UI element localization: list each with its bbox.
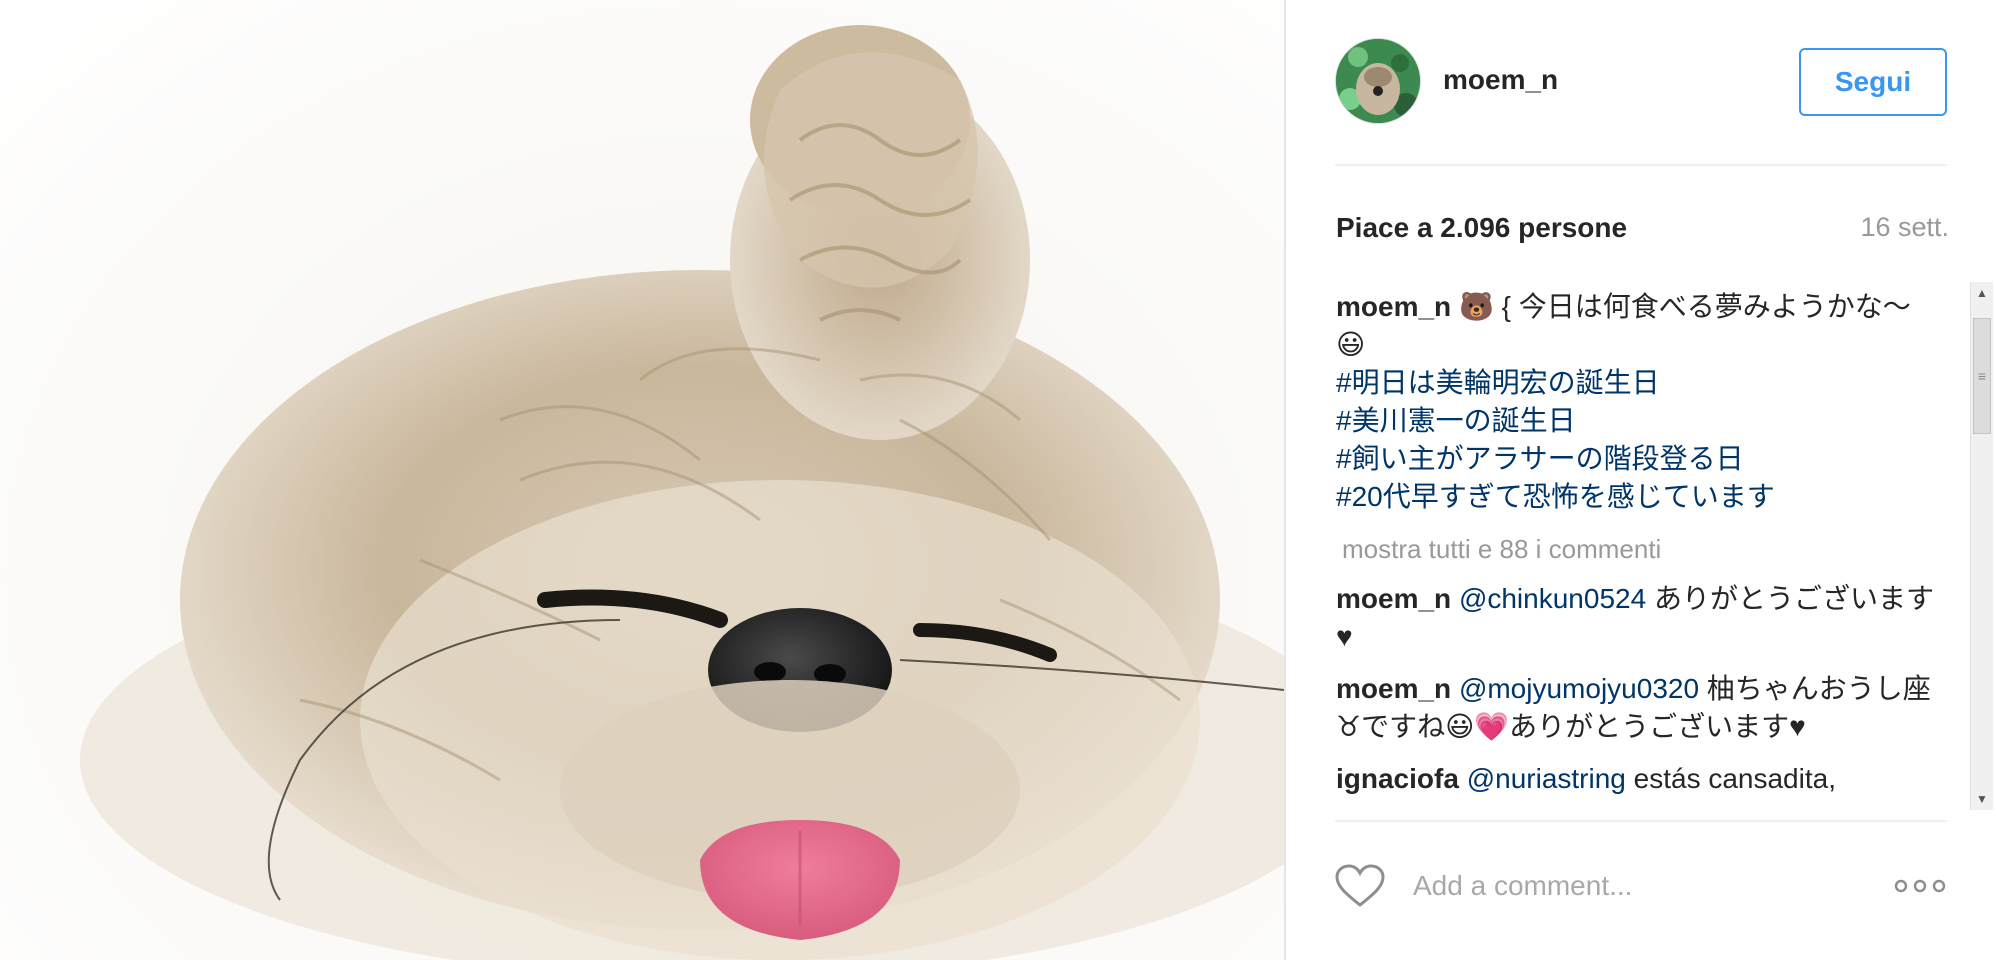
show-all-comments-link[interactable]: mostra tutti e 88 i commenti xyxy=(1342,530,1936,568)
avatar[interactable] xyxy=(1335,38,1421,124)
caption: moem_n 🐻 { 今日は何食べる夢みようかな〜😃 #明日は美輪明宏の誕生日 … xyxy=(1336,288,1936,516)
comments-scrollbar[interactable]: ▲ ≡ ▼ xyxy=(1970,282,1993,810)
post-photo[interactable] xyxy=(0,0,1284,960)
heart-icon[interactable] xyxy=(1335,864,1385,908)
comment-item: moem_n @chinkun0524 ありがとうございます♥ xyxy=(1336,580,1936,656)
comment-mention[interactable]: @mojyumojyu0320 xyxy=(1459,673,1699,704)
caption-username[interactable]: moem_n xyxy=(1336,291,1451,322)
footer-divider xyxy=(1335,820,1947,822)
more-options-icon[interactable] xyxy=(1893,872,1947,900)
comment-mention[interactable]: @nuriastring xyxy=(1467,763,1626,794)
hashtag-link[interactable]: #明日は美輪明宏の誕生日 xyxy=(1336,364,1936,402)
scroll-up-arrow-icon[interactable]: ▲ xyxy=(1971,282,1993,304)
hashtag-link[interactable]: #美川憲一の誕生日 xyxy=(1336,402,1936,440)
comment-footer xyxy=(1335,858,1947,922)
follow-button[interactable]: Segui xyxy=(1799,48,1947,116)
hashtag-link[interactable]: #20代早すぎて恐怖を感じています xyxy=(1336,478,1936,516)
comment-item: moem_n @mojyumojyu0320 柚ちゃんおうし座♉ですね😃💗ありが… xyxy=(1336,670,1936,746)
post-header: moem_n Segui xyxy=(1335,38,1947,128)
likes-count[interactable]: Piace a 2.096 persone xyxy=(1336,212,1627,244)
comment-text: estás cansadita, xyxy=(1625,763,1836,794)
bear-emoji-icon: 🐻 xyxy=(1458,291,1494,322)
comment-username[interactable]: ignaciofa xyxy=(1336,763,1459,794)
comment-username[interactable]: moem_n xyxy=(1336,673,1451,704)
photo-divider xyxy=(1284,0,1286,960)
header-divider xyxy=(1335,164,1947,166)
scroll-down-arrow-icon[interactable]: ▼ xyxy=(1971,788,1993,810)
add-comment-input[interactable] xyxy=(1413,864,1873,908)
post-side-panel: moem_n Segui Piace a 2.096 persone 16 se… xyxy=(1288,0,1996,960)
comment-username[interactable]: moem_n xyxy=(1336,583,1451,614)
comment-mention[interactable]: @chinkun0524 xyxy=(1459,583,1646,614)
dog-photo-image xyxy=(80,25,1284,960)
avatar-image xyxy=(1336,39,1420,123)
scrollbar-thumb[interactable]: ≡ xyxy=(1973,318,1991,434)
post-time[interactable]: 16 sett. xyxy=(1860,212,1949,243)
username[interactable]: moem_n xyxy=(1443,64,1558,96)
hashtag-link[interactable]: #飼い主がアラサーの階段登る日 xyxy=(1336,440,1936,478)
comment-item: ignaciofa @nuriastring estás cansadita, xyxy=(1336,760,1936,798)
comments-list[interactable]: moem_n 🐻 { 今日は何食べる夢みようかな〜😃 #明日は美輪明宏の誕生日 … xyxy=(1336,288,1936,808)
